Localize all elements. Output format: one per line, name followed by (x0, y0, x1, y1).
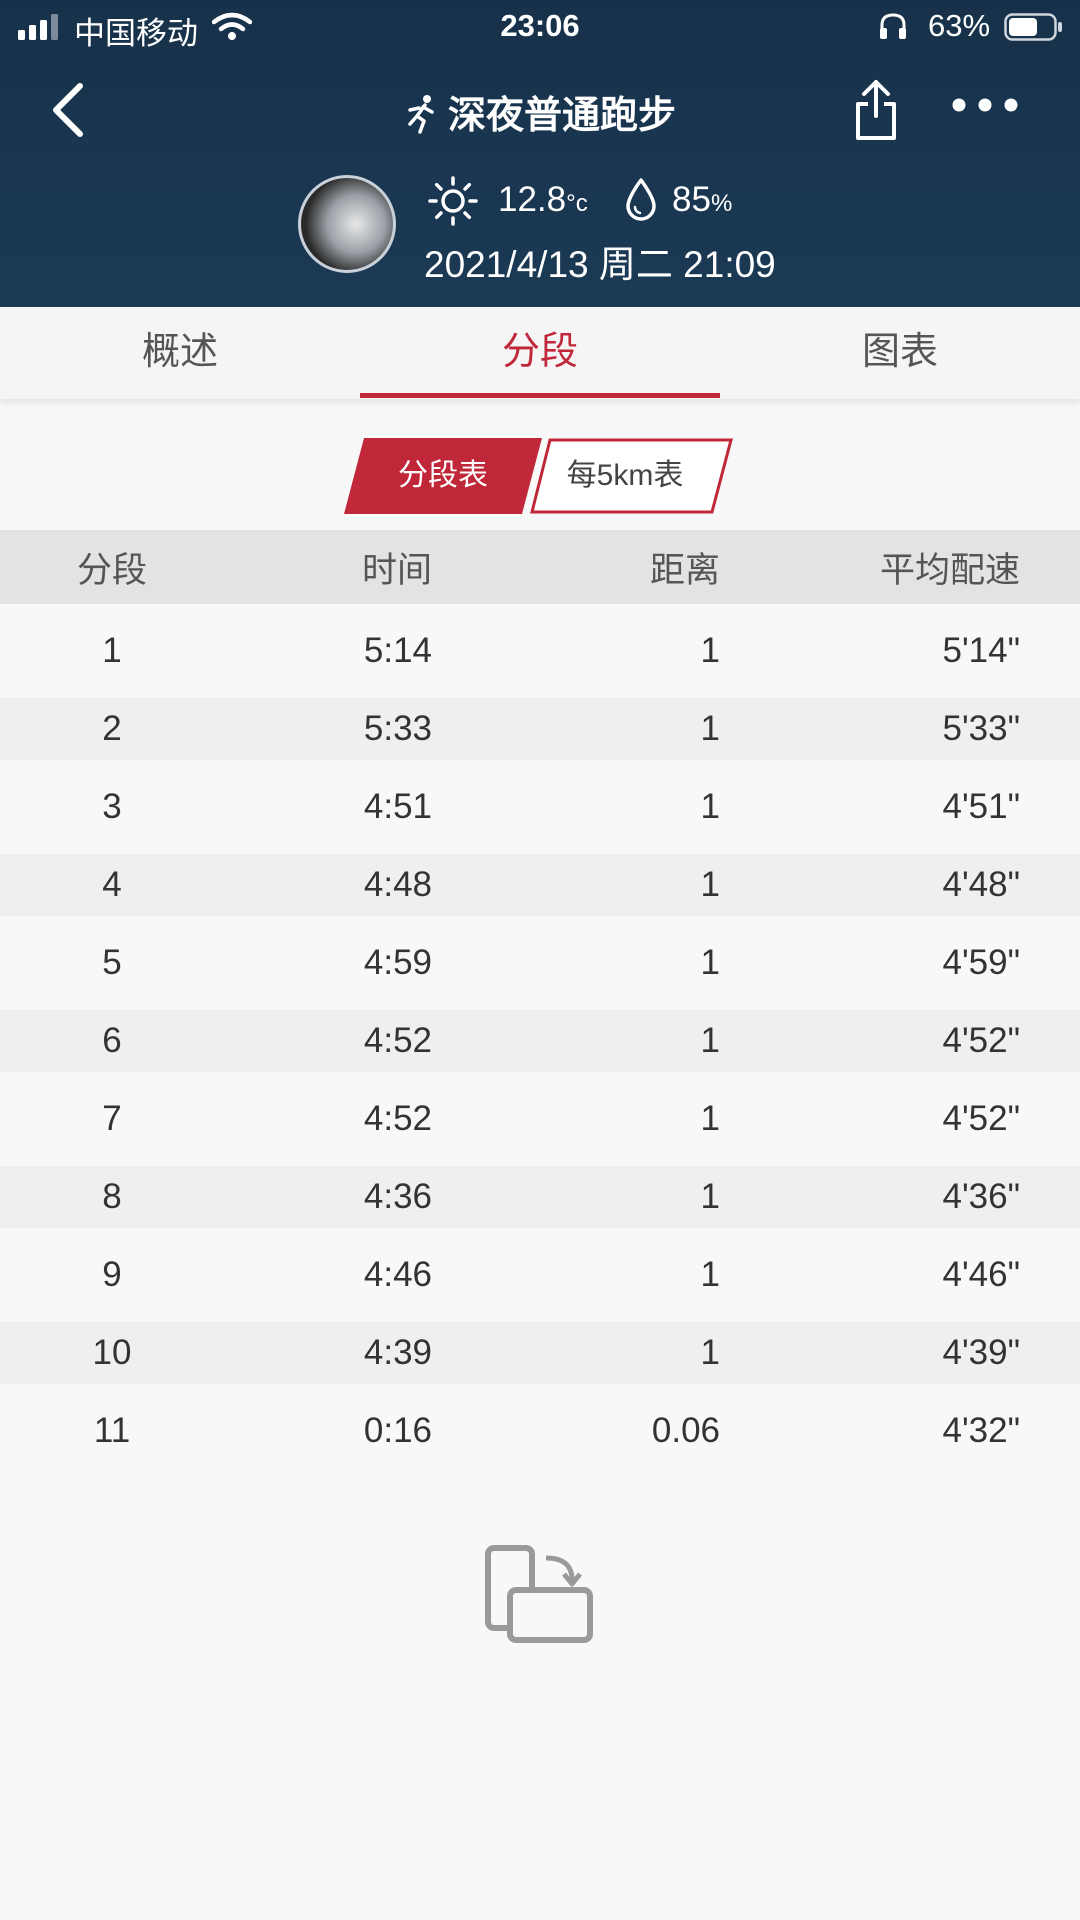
tab-bar: 概述 分段 图表 (0, 307, 1080, 399)
split-pace-cell: 4'48" (942, 865, 1020, 904)
split-number-cell: 7 (102, 1099, 122, 1138)
table-row: 3 4:51 1 4'51" (0, 760, 1080, 854)
split-number-cell: 3 (102, 787, 122, 826)
rotate-screen-icon[interactable] (484, 1544, 596, 1648)
split-time-cell: 4:36 (363, 1177, 432, 1216)
table-row: 5 4:59 1 4'59" (0, 916, 1080, 1010)
splits-table: 分段 时间 距离 平均配速 1 5:14 1 5'14" 2 5:33 1 5'33" 3 4:5… (0, 530, 1080, 1478)
split-time-cell: 0:16 (363, 1411, 432, 1450)
table-row: 1 5:14 1 5'14" (0, 604, 1080, 698)
tab-overview[interactable]: 概述 (0, 307, 360, 399)
split-number-cell: 8 (102, 1177, 122, 1216)
split-type-toggle: 分段表 每5km表 (344, 438, 734, 514)
runner-icon (408, 95, 434, 134)
split-time-cell: 4:52 (363, 1099, 432, 1138)
split-time-cell: 4:48 (363, 865, 432, 904)
split-pace-cell: 5'14" (942, 631, 1020, 670)
table-body: 1 5:14 1 5'14" 2 5:33 1 5'33" 3 4:51 1 4'51" 4 4:48 1 4… (0, 604, 1080, 1478)
tab-splits[interactable]: 分段 (360, 307, 720, 399)
split-number-cell: 6 (102, 1021, 122, 1060)
split-time-cell: 4:59 (363, 943, 432, 982)
split-time-cell: 4:52 (363, 1021, 432, 1060)
headphone-icon (880, 13, 906, 39)
split-number-cell: 4 (102, 865, 122, 904)
status-time: 23:06 (500, 8, 580, 43)
share-button[interactable] (852, 76, 900, 142)
split-distance-cell: 1 (700, 787, 720, 826)
split-number-cell: 2 (102, 709, 122, 748)
split-distance-cell: 1 (700, 865, 720, 904)
table-row: 4 4:48 1 4'48" (0, 854, 1080, 916)
split-distance-cell: 1 (700, 631, 720, 670)
user-avatar[interactable] (298, 175, 396, 273)
split-pace-cell: 4'59" (942, 943, 1020, 982)
table-row: 8 4:36 1 4'36" (0, 1166, 1080, 1228)
activity-datetime: 2021/4/13 周二 21:09 (424, 244, 776, 285)
split-pace-cell: 4'39" (942, 1333, 1020, 1372)
split-distance-cell: 0.06 (651, 1411, 720, 1450)
split-pace-cell: 4'32" (942, 1411, 1020, 1450)
sun-icon (428, 176, 478, 226)
battery-percentage: 63% (928, 8, 991, 43)
split-time-cell: 4:46 (363, 1255, 432, 1294)
battery-icon (1004, 13, 1062, 41)
split-number-cell: 5 (102, 943, 122, 982)
split-distance-cell: 1 (700, 1021, 720, 1060)
split-distance-cell: 1 (700, 1255, 720, 1294)
humidity-unit: % (710, 190, 733, 217)
per-5km-table-button[interactable]: 每5km表 (530, 438, 734, 514)
split-pace-cell: 4'36" (942, 1177, 1020, 1216)
split-pace-cell: 4'52" (942, 1099, 1020, 1138)
table-row: 2 5:33 1 5'33" (0, 698, 1080, 760)
table-row: 10 4:39 1 4'39" (0, 1322, 1080, 1384)
header-time: 时间 (361, 550, 432, 590)
status-bar: 中国移动 23:06 63% (0, 0, 1080, 54)
split-distance-cell: 1 (700, 1177, 720, 1216)
split-number-cell: 1 (102, 631, 122, 670)
header-distance: 距离 (649, 550, 720, 590)
split-number-cell: 9 (102, 1255, 122, 1294)
header-avg-pace: 平均配速 (879, 550, 1020, 590)
split-distance-cell: 1 (700, 943, 720, 982)
split-pace-cell: 5'33" (942, 709, 1020, 748)
table-row: 11 0:16 0.06 4'32" (0, 1384, 1080, 1478)
header-split: 分段 (76, 550, 147, 590)
table-row: 9 4:46 1 4'46" (0, 1228, 1080, 1322)
temperature-value: 12.8°c (498, 180, 588, 219)
split-pace-cell: 4'52" (942, 1021, 1020, 1060)
split-number-cell: 10 (92, 1333, 132, 1372)
split-time-cell: 4:39 (363, 1333, 432, 1372)
page-title: 深夜普通跑步 (447, 95, 676, 137)
split-pace-cell: 4'51" (942, 787, 1020, 826)
split-table-button[interactable]: 分段表 (344, 438, 542, 514)
table-row: 6 4:52 1 4'52" (0, 1010, 1080, 1072)
table-row: 7 4:52 1 4'52" (0, 1072, 1080, 1166)
humidity-value: 85% (672, 180, 733, 219)
split-time-cell: 5:14 (363, 631, 432, 670)
activity-header: 中国移动 23:06 63% 深夜普通跑步 12.8°c 85% 2021/4/… (0, 0, 1080, 307)
split-number-cell: 11 (93, 1411, 131, 1450)
per-5km-table-label: 每5km表 (566, 459, 684, 492)
tab-charts[interactable]: 图表 (720, 307, 1080, 399)
page-title-group: 深夜普通跑步 (0, 84, 1080, 139)
split-distance-cell: 1 (700, 1099, 720, 1138)
split-distance-cell: 1 (700, 709, 720, 748)
split-distance-cell: 1 (700, 1333, 720, 1372)
table-header: 分段 时间 距离 平均配速 (0, 530, 1080, 604)
temperature-unit: °c (566, 190, 588, 217)
more-options-button[interactable] (950, 90, 1020, 120)
split-pace-cell: 4'46" (942, 1255, 1020, 1294)
split-time-cell: 5:33 (363, 709, 432, 748)
humidity-drop-icon (626, 178, 656, 221)
nav-bar: 深夜普通跑步 (0, 70, 1080, 150)
split-time-cell: 4:51 (363, 787, 432, 826)
active-tab-indicator (360, 393, 720, 398)
